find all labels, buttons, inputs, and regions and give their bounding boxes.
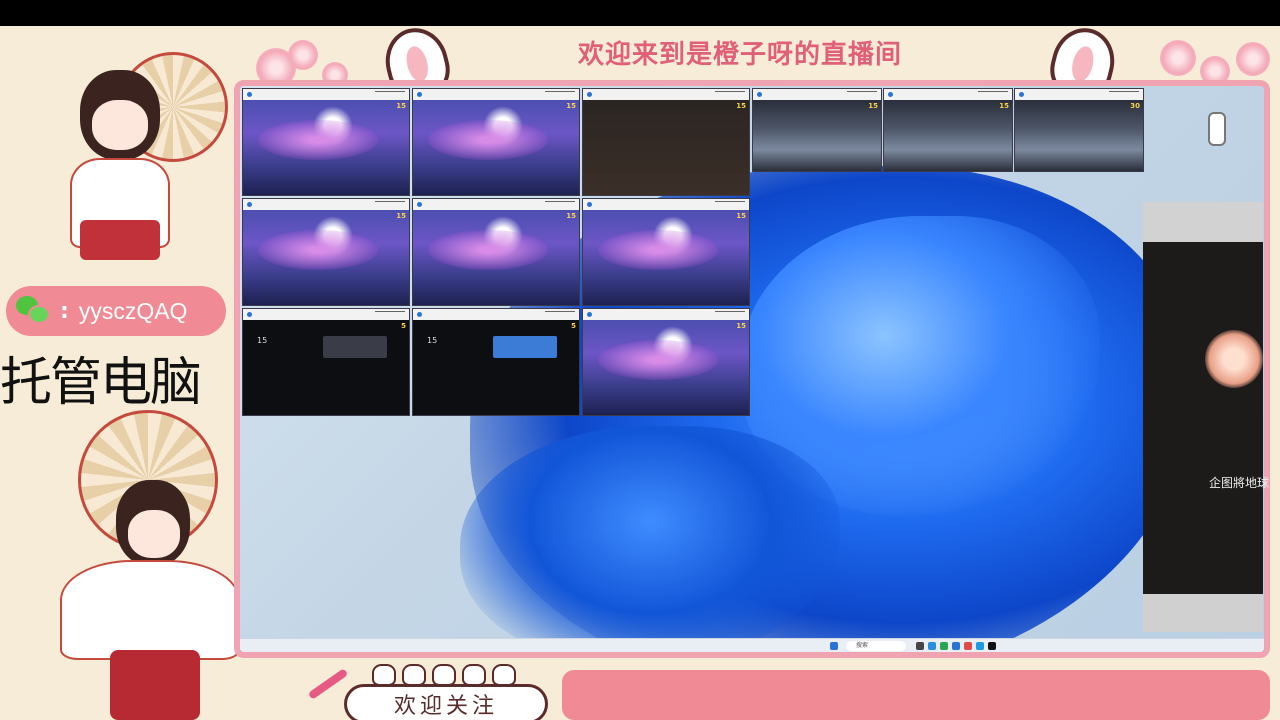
wechat-contact-pill: : yysczQAQ [6, 286, 226, 336]
app-icon[interactable] [976, 642, 984, 650]
game-window[interactable]: 15 5 [412, 308, 580, 416]
contact-separator: : [60, 298, 69, 324]
app-icon[interactable] [916, 642, 924, 650]
character-illustration-top [40, 60, 200, 260]
wechat-icon [16, 296, 50, 326]
wallpaper-bloom [460, 426, 840, 652]
bottom-banner [562, 670, 1270, 720]
video-player-window[interactable]: 企图將地球 [1143, 202, 1269, 632]
fps-badge: 15 [736, 322, 746, 330]
fps-badge: 15 [736, 212, 746, 220]
blossom-decoration [1236, 42, 1270, 76]
menu-panel [323, 336, 387, 358]
player-caption: 企图將地球 [1209, 476, 1270, 490]
hosting-label: 托管电脑 [0, 353, 202, 413]
follow-prompt: 欢迎关注 [344, 684, 548, 720]
game-window[interactable]: 15 5 [242, 308, 410, 416]
game-window[interactable]: 15 [242, 88, 410, 196]
fps-badge: 15 [999, 102, 1009, 110]
menu-number: 15 [257, 336, 268, 345]
fps-badge: 15 [566, 212, 576, 220]
app-icon[interactable] [964, 642, 972, 650]
player-header [1143, 202, 1263, 242]
app-icon[interactable] [952, 642, 960, 650]
game-window[interactable]: 15 [582, 198, 750, 306]
taskbar-search[interactable]: 搜索 [846, 641, 906, 651]
app-icon[interactable] [988, 642, 996, 650]
stream-title: 欢迎来到是橙子呀的直播间 [577, 39, 902, 70]
game-window[interactable]: 15 [752, 88, 882, 172]
fps-badge: 30 [1130, 102, 1140, 110]
planet-graphic [1205, 330, 1263, 388]
fps-badge: 15 [566, 102, 576, 110]
top-letterbox [0, 0, 1280, 26]
desktop-capture: 15 15 15 15 15 30 15 15 15 15 5 15 5 15 … [234, 80, 1270, 658]
app-icon[interactable] [928, 642, 936, 650]
cats-decoration [372, 652, 522, 686]
fps-badge: 5 [571, 322, 576, 330]
game-window[interactable]: 30 [1014, 88, 1144, 172]
fps-badge: 15 [736, 102, 746, 110]
fps-badge: 15 [396, 102, 406, 110]
blossom-decoration [288, 40, 318, 70]
player-footer [1143, 594, 1263, 632]
game-window[interactable]: 15 [242, 198, 410, 306]
menu-panel [493, 336, 557, 358]
app-icon[interactable] [940, 642, 948, 650]
game-window[interactable]: 15 [582, 88, 750, 196]
fps-badge: 5 [401, 322, 406, 330]
wechat-id: yysczQAQ [78, 297, 188, 324]
menu-number: 15 [427, 336, 438, 345]
windows-taskbar: 搜索 [240, 638, 1264, 652]
fps-badge: 15 [396, 212, 406, 220]
fps-badge: 15 [868, 102, 878, 110]
game-window[interactable]: 15 [412, 88, 580, 196]
game-window[interactable]: 15 [412, 198, 580, 306]
character-illustration-bottom [20, 470, 270, 720]
start-icon[interactable] [830, 642, 838, 650]
lantern-decoration [1208, 112, 1226, 146]
game-window[interactable]: 15 [582, 308, 750, 416]
blossom-decoration [1160, 40, 1196, 76]
game-window[interactable]: 15 [883, 88, 1013, 172]
